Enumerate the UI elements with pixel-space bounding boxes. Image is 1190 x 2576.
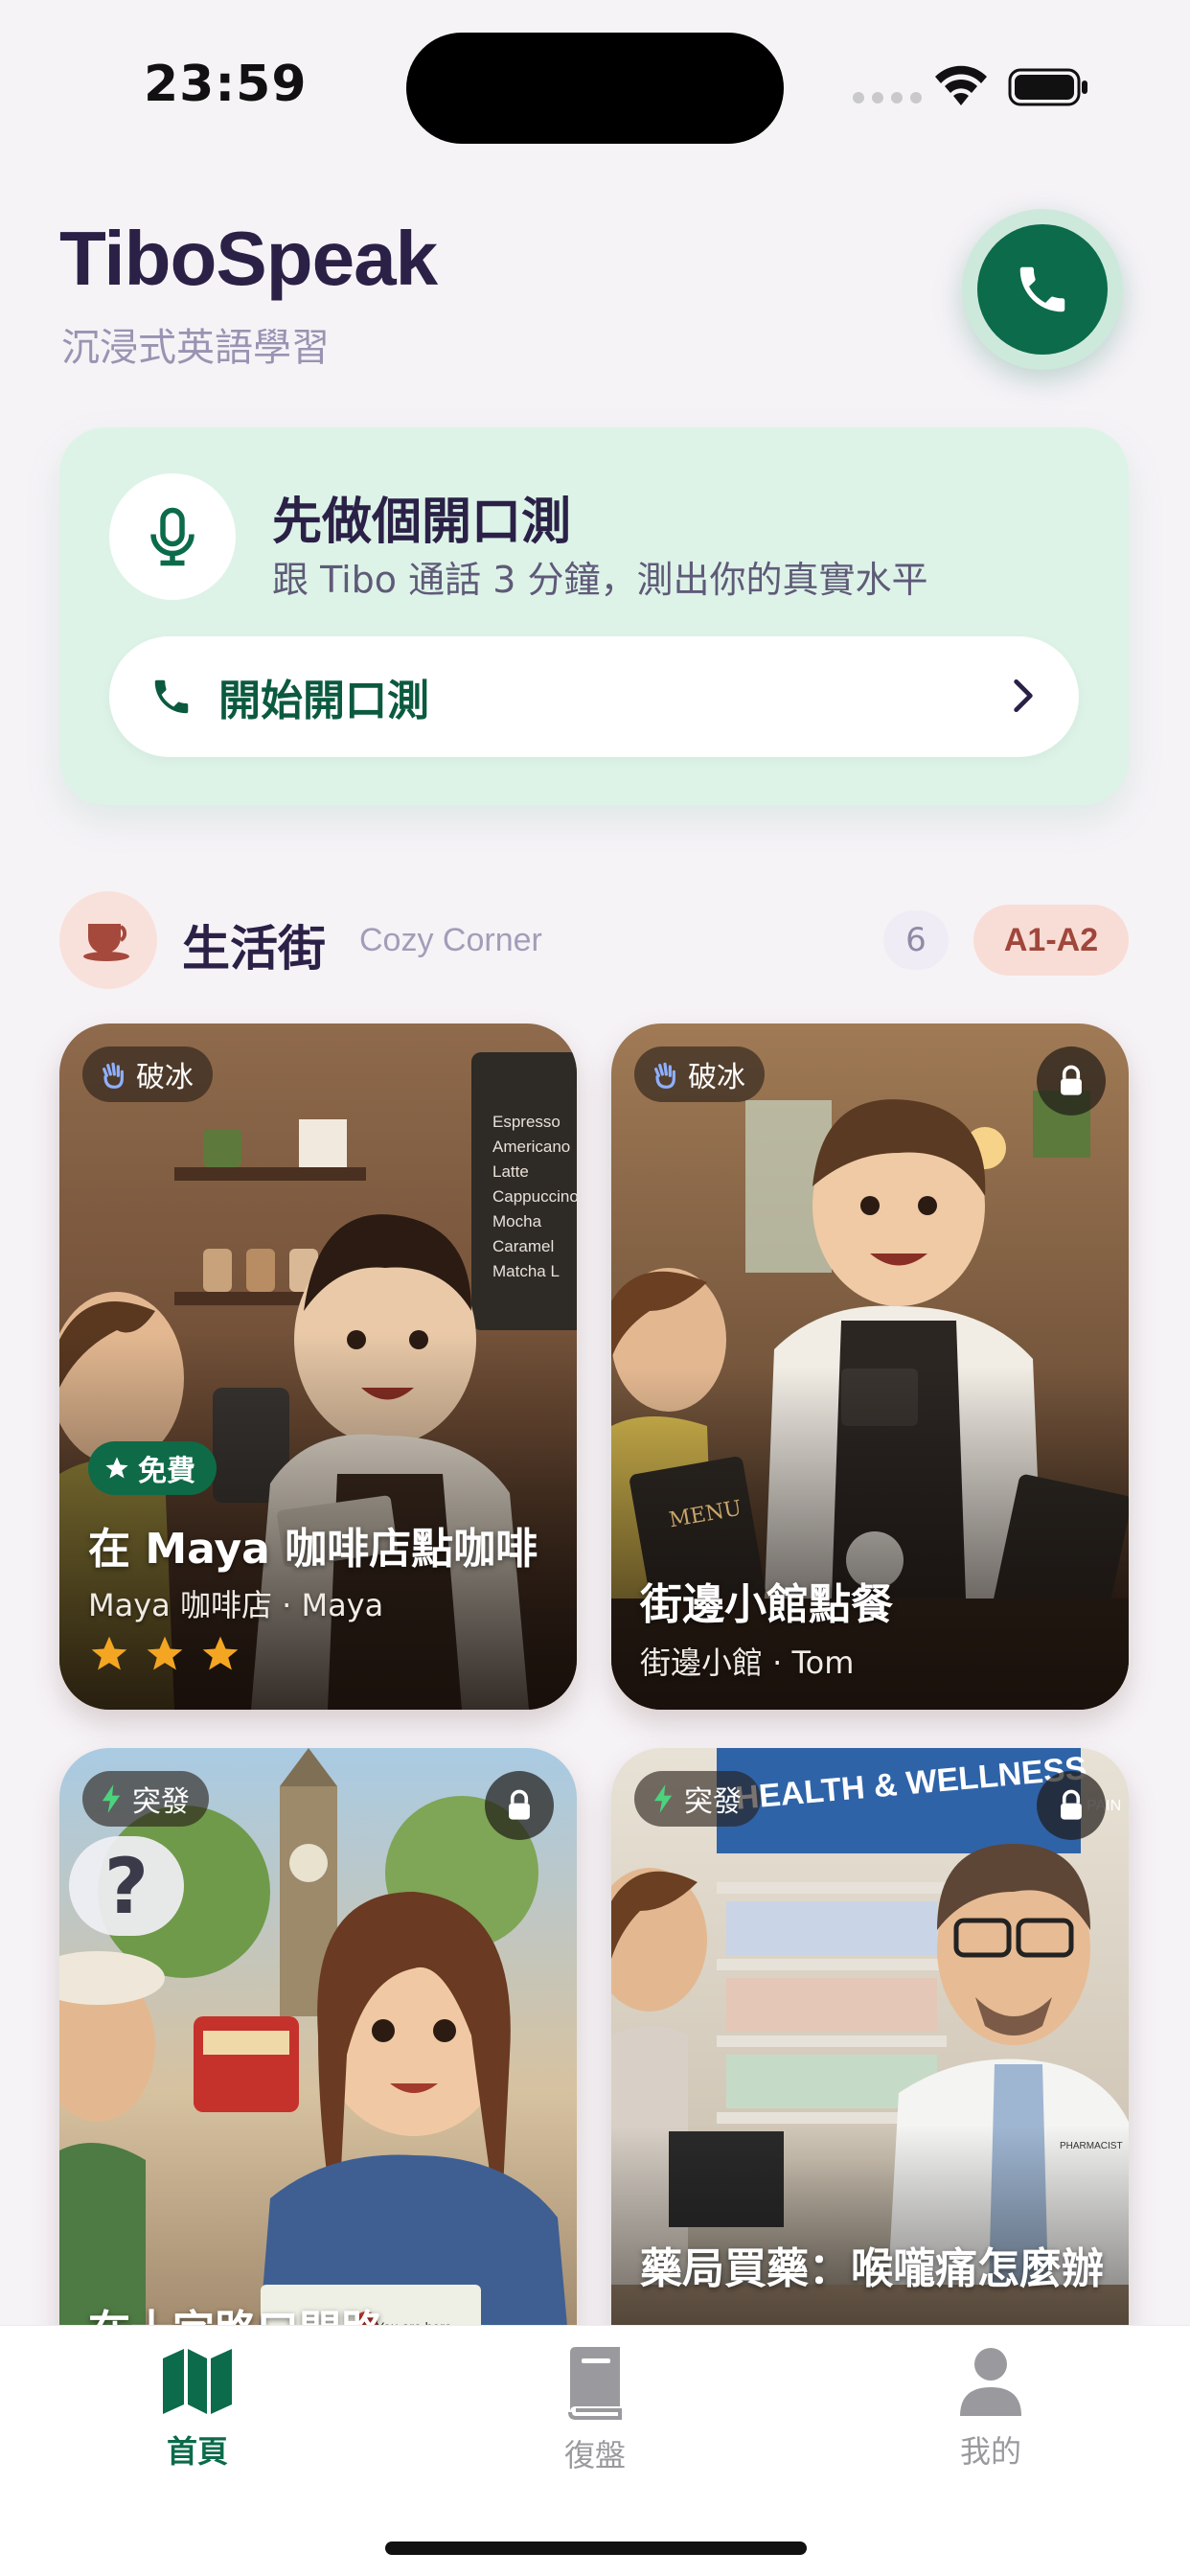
home-indicator [385,2542,807,2555]
lightning-icon [102,1784,121,1813]
card-title: 在 Maya 咖啡店點咖啡 [88,1525,538,1574]
lock-icon [1037,1771,1106,1840]
wifi-icon [935,65,987,105]
lock-icon [485,1771,554,1840]
microphone-icon [150,507,195,566]
menu-board-item: Caramel [492,1237,555,1255]
lightning-icon [653,1784,673,1813]
coffee-cup-icon [59,891,157,989]
start-test-label: 開始開口測 [218,677,429,725]
star-rating [88,1633,241,1675]
tab-home-label: 首頁 [166,2433,228,2470]
category-tag: 突發 [634,1771,761,1827]
coat-badge: PHARMACIST [1060,2141,1123,2151]
waving-hand-icon [654,1062,675,1089]
section-title: 生活街 [182,921,326,977]
call-button[interactable] [962,209,1123,370]
tab-profile-label: 我的 [959,2433,1021,2470]
book-icon [568,2347,622,2420]
start-test-button[interactable]: 開始開口測 [109,636,1079,757]
call-button-inner [977,224,1108,355]
phone-icon [154,679,189,714]
card-subtitle: Maya 咖啡店 · Maya [88,1587,384,1623]
menu-board-item: Espresso [492,1113,561,1131]
speaking-test-card: 先做個開口測 跟 Tibo 通話 3 分鐘，測出你的真實水平 開始開口測 [59,427,1129,805]
tab-bar: 首頁 復盤 我的 [0,2325,1190,2576]
status-bar: 23:59 [0,0,1190,172]
tab-review-label: 復盤 [563,2437,626,2473]
category-tag-label: 突發 [684,1785,742,1819]
star-icon [202,1636,239,1670]
person-icon [960,2348,1021,2416]
test-card-description: 跟 Tibo 通話 3 分鐘，測出你的真實水平 [272,559,928,601]
tab-review[interactable]: 復盤 [490,2347,700,2500]
question-bubble: ? [69,1836,184,1936]
dynamic-island [406,33,784,144]
tab-profile[interactable]: 我的 [885,2347,1096,2500]
cellular-signal-icon [853,92,922,104]
scenario-count-badge: 6 [883,910,949,970]
chevron-right-icon [1014,678,1033,713]
status-time: 23:59 [144,56,308,113]
menu-board-item: Matcha L [492,1262,560,1280]
star-icon [91,1636,127,1670]
level-badge: A1-A2 [973,905,1129,976]
section-subtitle: Cozy Corner [359,922,542,958]
tab-home[interactable]: 首頁 [92,2347,303,2500]
category-tag-label: 破冰 [688,1061,745,1094]
menu-board: Espresso Americano Latte Cappuccino Moch… [492,1110,577,1284]
phone-icon [1019,266,1065,312]
star-icon [105,1457,128,1479]
category-tag-label: 突發 [132,1785,190,1819]
category-tag-label: 破冰 [136,1061,194,1094]
free-badge-label: 免費 [138,1455,195,1488]
menu-board-item: Americano [492,1138,571,1156]
menu-board-item: Mocha [492,1212,542,1230]
scenario-card-street-bistro[interactable]: MENU 破冰 街邊小館點餐 街邊小館 · Tom [611,1024,1129,1710]
card-title: 藥局買藥：喉嚨痛怎麼辦 [640,2244,1104,2293]
map-icon [163,2349,232,2414]
card-subtitle: 街邊小館 · Tom [640,1644,855,1681]
menu-board-item: Cappuccino [492,1187,577,1206]
category-tag: 突發 [82,1771,209,1827]
app-title: TiboSpeak [59,216,438,301]
card-title: 街邊小館點餐 [640,1580,893,1629]
star-icon [147,1636,183,1670]
scenario-card-maya-cafe[interactable]: Espresso Americano Latte Cappuccino Moch… [59,1024,577,1710]
lock-icon [1037,1046,1106,1116]
app-subtitle: 沉浸式英語學習 [61,326,330,370]
category-tag: 破冰 [634,1046,765,1102]
mic-badge [109,473,236,600]
test-card-title: 先做個開口測 [272,494,572,551]
category-tag: 破冰 [82,1046,213,1102]
battery-icon [1008,68,1087,106]
waving-hand-icon [103,1062,124,1089]
menu-board-item: Latte [492,1162,529,1181]
free-badge: 免費 [88,1441,217,1495]
